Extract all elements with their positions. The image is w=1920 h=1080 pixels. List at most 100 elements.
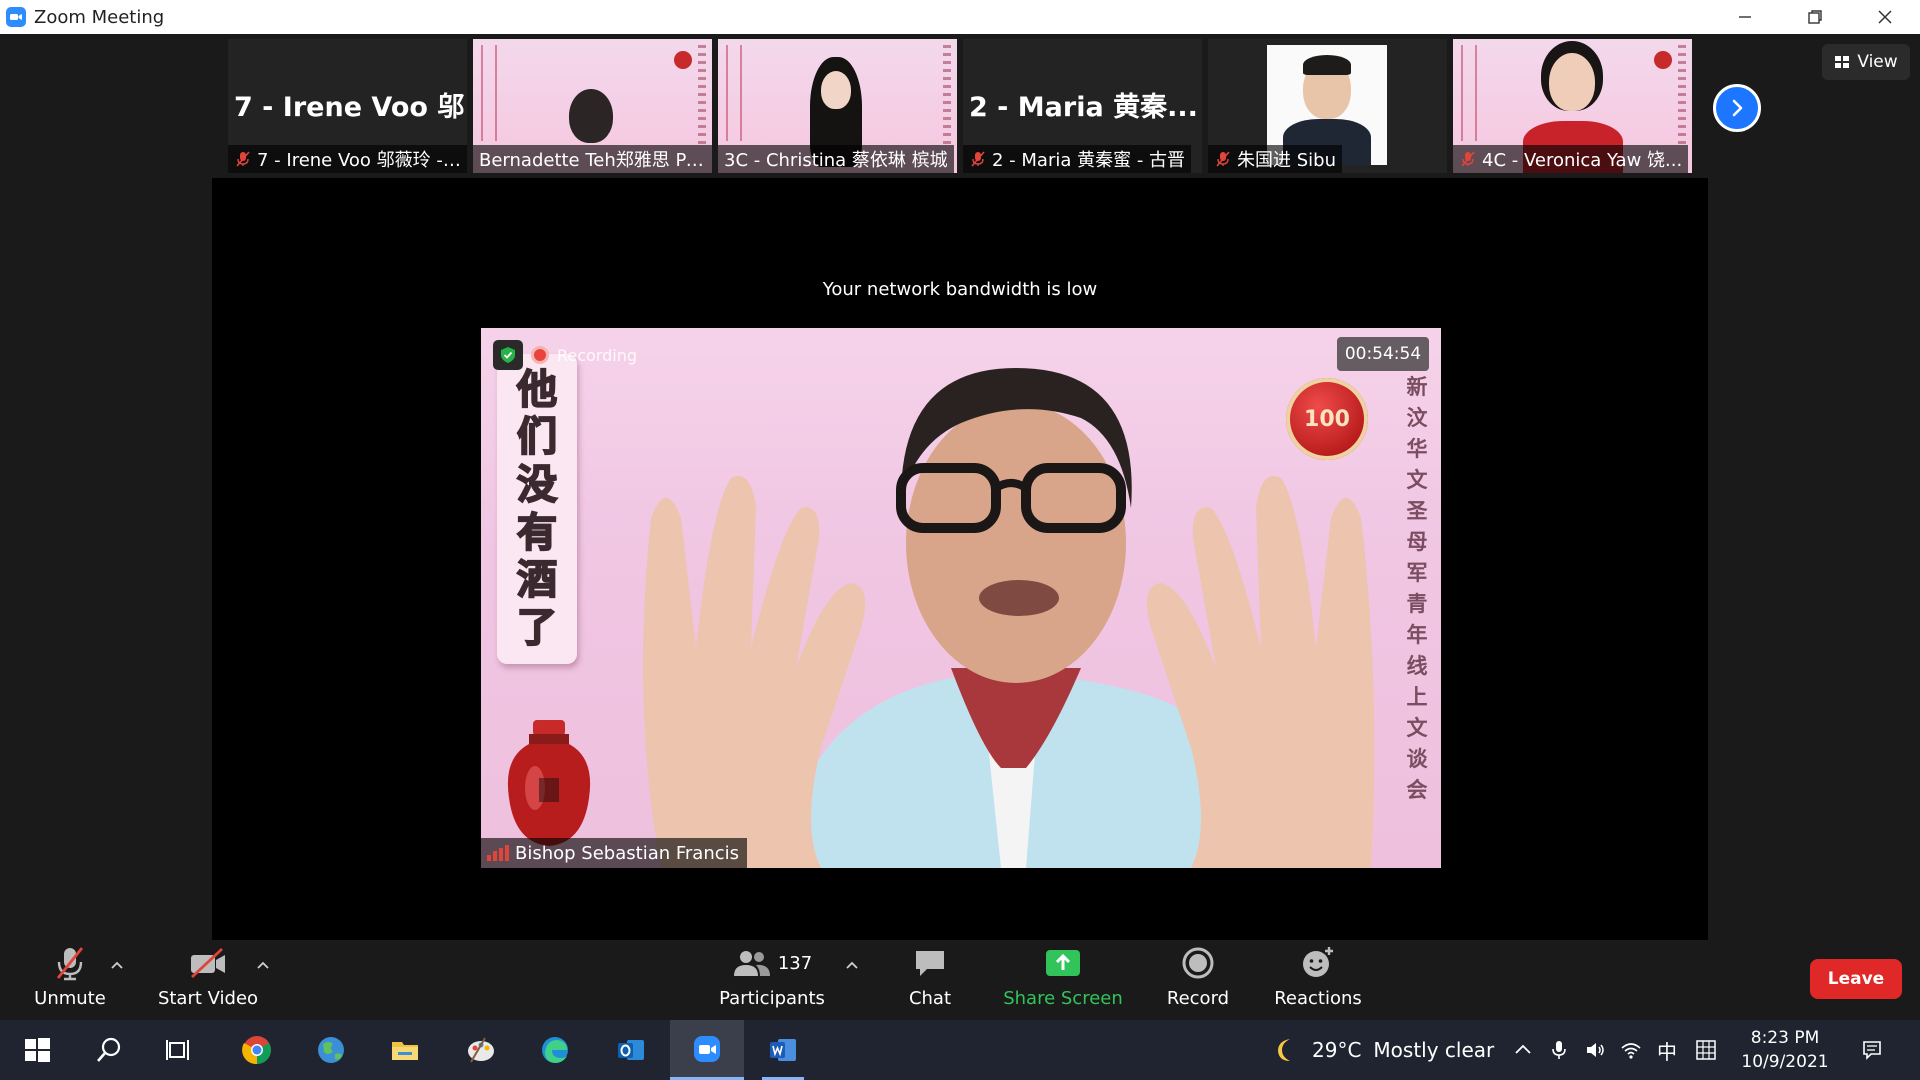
task-view-button[interactable] <box>142 1020 216 1080</box>
mic-muted-icon <box>236 151 250 167</box>
mic-muted-icon <box>1461 151 1475 167</box>
vertical-char: 文 <box>1406 715 1428 740</box>
security-shield-button[interactable] <box>493 340 523 370</box>
taskbar-chrome[interactable] <box>220 1020 294 1080</box>
weather-description: Mostly clear <box>1373 1038 1495 1062</box>
close-button[interactable] <box>1850 0 1920 34</box>
next-page-button[interactable] <box>1713 84 1761 132</box>
microphone-tray-button[interactable] <box>1544 1020 1574 1080</box>
decor-banner <box>698 45 706 145</box>
decor-seal <box>674 51 692 69</box>
mic-muted-icon <box>1216 151 1230 167</box>
participants-label: Participants <box>719 988 825 1009</box>
participant-tile[interactable]: 2 - Maria 黄秦... 2 - Maria 黄秦蜜 - 古晋 <box>963 39 1202 173</box>
weather-widget[interactable]: 29°C Mostly clear <box>1270 1020 1494 1080</box>
decor-vertical-title: 新 汶 华 文 圣 母 军 青 年 线 上 文 谈 会 <box>1403 376 1431 800</box>
title-bar: Zoom Meeting <box>0 0 1920 34</box>
vertical-char: 年 <box>1406 622 1428 647</box>
scroll-char: 们 <box>516 413 558 461</box>
wifi-icon <box>1621 1043 1641 1059</box>
chat-button[interactable]: Chat <box>898 940 962 1020</box>
record-button[interactable]: Record <box>1164 940 1232 1020</box>
weather-temperature: 29°C <box>1312 1038 1362 1062</box>
reactions-icon <box>1303 947 1333 977</box>
participant-tile[interactable]: 朱国进 Sibu <box>1208 39 1447 173</box>
word-icon <box>770 1039 796 1061</box>
taskbar-clock[interactable]: 8:23 PM 10/9/2021 <box>1730 1026 1840 1074</box>
participant-tile[interactable]: 4C - Veronica Yaw 饶... <box>1453 39 1692 173</box>
scroll-char: 酒 <box>516 556 558 604</box>
reactions-label: Reactions <box>1274 988 1362 1009</box>
meeting-area: 7 - Irene Voo 邬... 7 - Irene Voo 邬薇玲 - .… <box>0 34 1920 940</box>
window-title: Zoom Meeting <box>34 6 165 28</box>
taskbar-outlook[interactable] <box>594 1020 668 1080</box>
meeting-timer: 00:54:54 <box>1337 337 1429 371</box>
microphone-icon <box>1552 1041 1566 1059</box>
reactions-button[interactable]: Reactions <box>1274 940 1362 1020</box>
share-screen-button[interactable]: Share Screen <box>1003 940 1123 1020</box>
recording-indicator[interactable]: Recording <box>493 340 637 370</box>
scroll-char: 有 <box>516 508 558 556</box>
decor-banner <box>726 45 742 141</box>
minimize-button[interactable] <box>1710 0 1780 34</box>
participant-tile[interactable]: 3C - Christina 蔡依琳 槟城 <box>718 39 957 173</box>
zoom-app-icon <box>6 7 26 27</box>
taskbar-globe-app[interactable] <box>294 1020 368 1080</box>
search-button[interactable] <box>72 1020 146 1080</box>
active-speaker-video[interactable]: 他 们 没 有 酒 了 新 汶 华 文 圣 母 军 青 年 线 上 文 谈 会 … <box>481 328 1441 868</box>
show-hidden-icons-button[interactable] <box>1508 1020 1538 1080</box>
view-button[interactable]: View <box>1822 44 1910 80</box>
speaker-volume-icon <box>1587 1043 1604 1057</box>
windows-taskbar: 29°C Mostly clear 中 8:23 PM 10/9/2021 <box>0 1020 1920 1080</box>
folder-icon <box>392 1042 418 1060</box>
decor-scroll-card: 他 们 没 有 酒 了 <box>497 354 577 664</box>
video-options-caret[interactable] <box>255 958 271 974</box>
start-video-button[interactable]: Start Video <box>156 940 260 1020</box>
participant-big-name: 7 - Irene Voo 邬... <box>234 92 467 123</box>
chat-label: Chat <box>908 988 952 1009</box>
unmute-button[interactable]: Unmute <box>28 940 112 1020</box>
participant-name-bar: 4C - Veronica Yaw 饶... <box>1453 145 1689 173</box>
participants-icon <box>733 951 770 976</box>
input-method-indicator[interactable]: 中 <box>1652 1020 1682 1080</box>
participants-options-caret[interactable] <box>844 958 860 974</box>
task-view-icon <box>166 1040 189 1060</box>
taskbar-word[interactable] <box>746 1020 820 1080</box>
grid-view-icon <box>1835 56 1850 68</box>
taskbar-paint-app[interactable] <box>444 1020 518 1080</box>
participant-name-bar: 朱国进 Sibu <box>1208 145 1342 173</box>
chevron-right-icon <box>1732 99 1743 117</box>
close-icon <box>1878 10 1892 24</box>
taskbar-zoom[interactable] <box>670 1020 744 1080</box>
volume-tray-button[interactable] <box>1580 1020 1610 1080</box>
taskbar-file-explorer[interactable] <box>368 1020 442 1080</box>
participants-button[interactable]: 137 Participants <box>719 940 825 1020</box>
start-button[interactable] <box>0 1020 74 1080</box>
participant-name-bar: 7 - Irene Voo 邬薇玲 - ... <box>228 145 467 173</box>
restore-button[interactable] <box>1780 0 1850 34</box>
shield-check-icon <box>501 347 515 363</box>
chat-icon <box>916 951 944 976</box>
participant-video-person <box>569 89 613 143</box>
vertical-char: 文 <box>1406 467 1428 492</box>
chevron-up-icon <box>1515 1044 1531 1054</box>
participant-tile[interactable]: Bernadette Teh郑雅思 Pe... <box>473 39 712 173</box>
leave-button[interactable]: Leave <box>1810 959 1902 999</box>
participant-tile[interactable]: 7 - Irene Voo 邬... 7 - Irene Voo 邬薇玲 - .… <box>228 39 467 173</box>
network-tray-button[interactable] <box>1616 1020 1646 1080</box>
participant-name: 7 - Irene Voo 邬薇玲 - ... <box>257 150 461 171</box>
vertical-char: 军 <box>1406 560 1428 585</box>
taskbar-edge[interactable] <box>518 1020 592 1080</box>
decor-banner <box>1678 45 1686 145</box>
vertical-char: 新 <box>1406 374 1428 399</box>
view-button-label: View <box>1857 52 1898 72</box>
vertical-char: 线 <box>1406 653 1428 678</box>
scroll-char: 了 <box>516 604 558 652</box>
action-center-button[interactable] <box>1852 1020 1892 1080</box>
decor-seal <box>1654 51 1672 69</box>
vertical-char: 谈 <box>1406 746 1428 771</box>
clock-date: 10/9/2021 <box>1741 1052 1829 1072</box>
audio-options-caret[interactable] <box>109 958 125 974</box>
start-video-label: Start Video <box>157 988 259 1009</box>
ime-mode-button[interactable] <box>1690 1020 1722 1080</box>
